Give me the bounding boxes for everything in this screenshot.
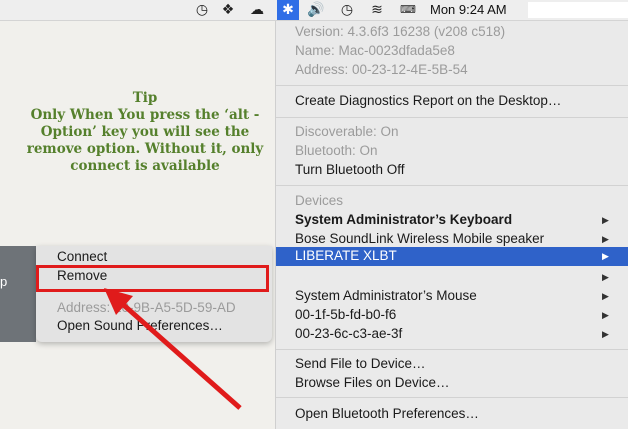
submenu-arrow-icon: ▶ xyxy=(602,235,609,245)
dropbox-icon[interactable]: ❖ xyxy=(218,1,238,19)
separator xyxy=(276,117,628,118)
submenu-arrow-icon: ▶ xyxy=(602,252,609,262)
device-item[interactable]: 00-23-6c-c3-ae-3f xyxy=(295,326,402,341)
bluetooth-icon[interactable]: ✱ xyxy=(277,0,299,20)
open-sound-preferences-item[interactable]: Open Sound Preferences… xyxy=(57,318,223,333)
submenu-arrow-icon: ▶ xyxy=(602,273,609,283)
version-info: Version: 4.3.6f3 16238 (v208 c518) xyxy=(295,24,506,39)
cloud-icon[interactable]: ☁ xyxy=(246,1,268,19)
clock[interactable]: Mon 9:24 AM xyxy=(430,0,507,20)
bluetooth-menu: Version: 4.3.6f3 16238 (v208 c518) Name:… xyxy=(275,21,628,429)
device-submenu: Connect Remove Address: 20-9B-A5-5D-59-A… xyxy=(36,246,272,342)
device-item[interactable]: 00-1f-5b-fd-b0-f6 xyxy=(295,307,396,322)
menu-bar: ◷ ❖ ☁ ✱ 🔊 ◷ ≋ ⌨ Mon 9:24 AM xyxy=(0,0,628,21)
create-diagnostics-report-item[interactable]: Create Diagnostics Report on the Desktop… xyxy=(295,93,561,108)
address-info: Address: 00-23-12-4E-5B-54 xyxy=(295,62,468,77)
tip-body: Only When You press the ‘alt - Option’ k… xyxy=(26,107,264,174)
time-machine-icon[interactable]: ◷ xyxy=(192,1,212,19)
send-file-item[interactable]: Send File to Device… xyxy=(295,356,426,371)
device-item-selected[interactable]: LIBERATE XLBT ▶ xyxy=(276,247,628,266)
device-address: Address: 20-9B-A5-5D-59-AD xyxy=(57,300,236,315)
device-item[interactable]: System Administrator’s Mouse xyxy=(295,288,477,303)
remove-highlight-box xyxy=(36,265,269,292)
device-item[interactable]: Bose SoundLink Wireless Mobile speaker xyxy=(295,231,544,246)
tip-annotation: Tip Only When You press the ‘alt - Optio… xyxy=(20,90,270,175)
window-edge-label: p xyxy=(0,274,8,289)
devices-header: Devices xyxy=(295,193,344,208)
device-item-label: LIBERATE XLBT xyxy=(295,248,397,263)
background-window xyxy=(0,21,275,429)
name-info: Name: Mac-0023dfada5e8 xyxy=(295,43,455,58)
wifi-icon[interactable]: ≋ xyxy=(366,1,388,19)
separator xyxy=(276,397,628,398)
separator xyxy=(276,185,628,186)
submenu-arrow-icon: ▶ xyxy=(602,216,609,226)
discoverable-status: Discoverable: On xyxy=(295,124,399,139)
open-bluetooth-preferences-item[interactable]: Open Bluetooth Preferences… xyxy=(295,406,479,421)
volume-icon[interactable]: 🔊 xyxy=(306,1,326,19)
keyboard-input-icon[interactable]: ⌨ xyxy=(398,1,418,19)
bluetooth-status: Bluetooth: On xyxy=(295,143,378,158)
tip-title: Tip xyxy=(132,90,158,106)
submenu-arrow-icon: ▶ xyxy=(602,292,609,302)
separator xyxy=(276,349,628,350)
separator xyxy=(276,85,628,86)
submenu-arrow-icon: ▶ xyxy=(602,330,609,340)
submenu-arrow-icon: ▶ xyxy=(602,311,609,321)
browse-files-item[interactable]: Browse Files on Device… xyxy=(295,375,450,390)
menubar-blank-area xyxy=(528,2,628,18)
window-edge: p xyxy=(0,246,36,342)
connect-item[interactable]: Connect xyxy=(57,249,107,264)
history-icon[interactable]: ◷ xyxy=(336,1,358,19)
turn-bluetooth-off-item[interactable]: Turn Bluetooth Off xyxy=(295,162,405,177)
device-item[interactable]: System Administrator’s Keyboard xyxy=(295,212,512,227)
